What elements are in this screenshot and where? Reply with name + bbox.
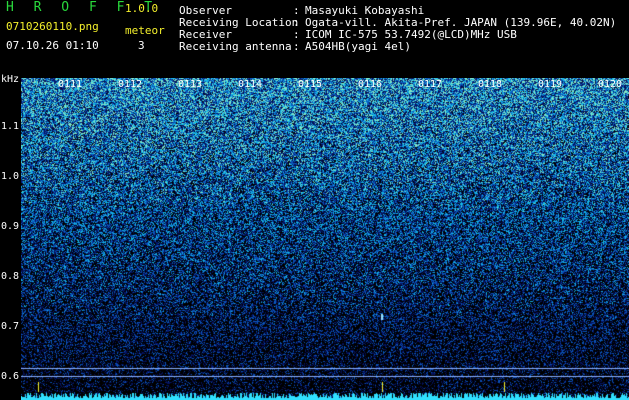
time-tick-label: 0116: [358, 79, 383, 90]
frequency-unit-label: kHz: [1, 74, 20, 85]
antenna-label: Receiving antenna: [179, 40, 292, 53]
frequency-tick-label: 1.0: [1, 171, 20, 182]
time-tick-label: 0118: [478, 79, 503, 90]
antenna-value: A504HB(yagi 4el): [305, 40, 411, 53]
time-tick-label: 0111: [58, 79, 83, 90]
time-tick-label: 0114: [238, 79, 263, 90]
image-filename: 0710260110.png: [6, 20, 99, 33]
app-version: 1.0.0: [125, 2, 159, 15]
time-tick-label: 0115: [298, 79, 323, 90]
time-tick-label: 0119: [538, 79, 563, 90]
time-tick-label: 0117: [418, 79, 443, 90]
mode-label: meteor: [125, 24, 165, 37]
frequency-tick-label: 0.9: [1, 221, 20, 232]
mode-value: 3: [138, 39, 145, 52]
time-tick-label: 0112: [118, 79, 143, 90]
frequency-tick-label: 0.7: [1, 321, 20, 332]
frequency-tick-label: 0.8: [1, 271, 20, 282]
spectrogram-canvas: [21, 78, 629, 400]
header-panel: H R O F F T 1.0.0 0710260110.png meteor …: [0, 0, 629, 78]
time-tick-label: 0120: [598, 79, 623, 90]
frequency-tick-label: 0.6: [1, 371, 20, 382]
frequency-tick-label: 1.1: [1, 121, 20, 132]
time-tick-label: 0113: [178, 79, 203, 90]
observation-datetime: 07.10.26 01:10: [6, 39, 99, 52]
antenna-colon: :: [293, 40, 300, 53]
